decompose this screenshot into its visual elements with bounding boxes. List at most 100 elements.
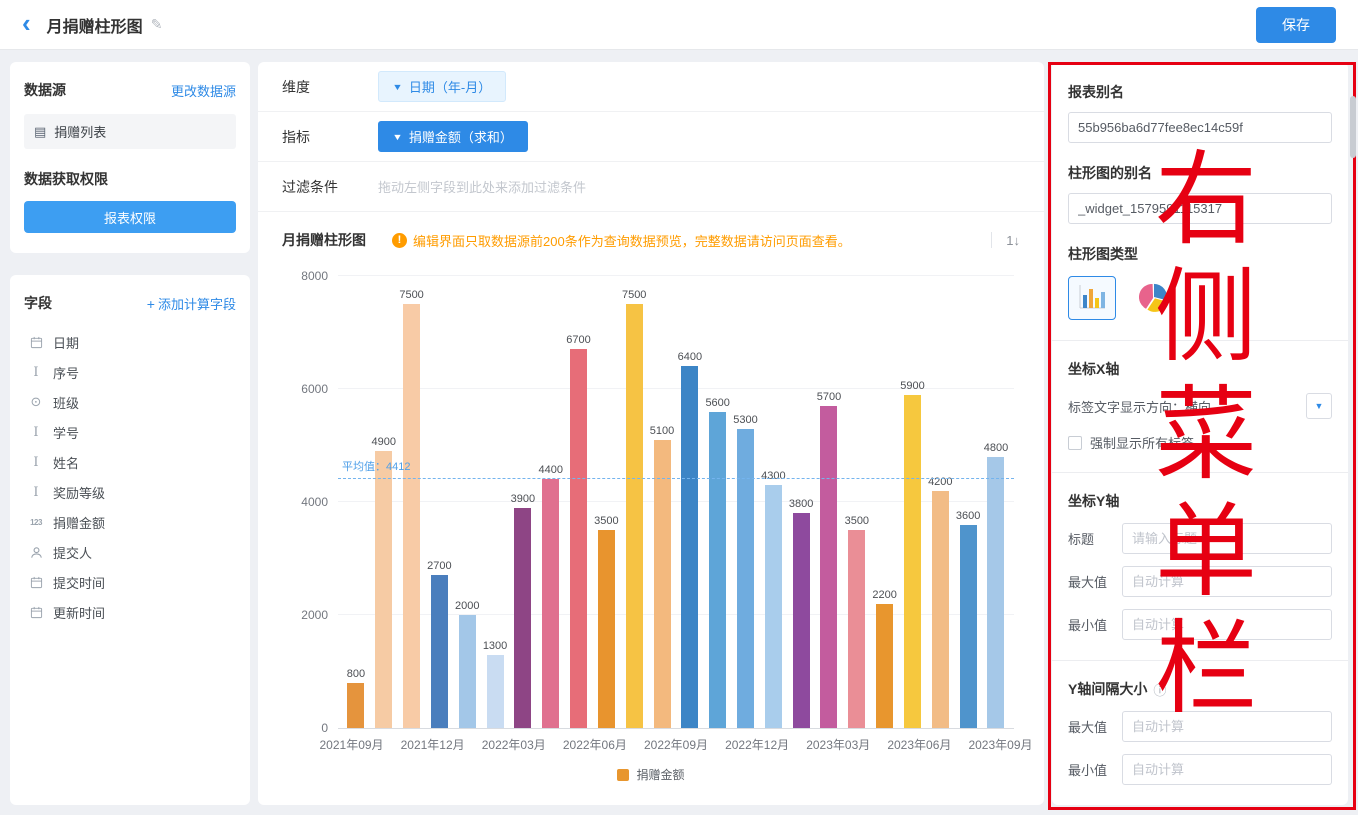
- main-layout: 数据源 更改数据源 ▤ 捐赠列表 数据获取权限 报表权限 字段 +添加计算字段 …: [0, 50, 1358, 815]
- bar[interactable]: [431, 575, 448, 728]
- chart-builder-panel: 维度 ▼ 日期（年-月） 指标 ▼ 捐赠金额（求和） 过滤条件 拖动左侧字段到此…: [258, 62, 1044, 805]
- field-item-name[interactable]: I 姓名: [24, 447, 236, 477]
- bar[interactable]: [709, 412, 726, 728]
- bar-column[interactable]: 4400: [537, 276, 565, 728]
- chart-type-pie-option[interactable]: [1130, 276, 1178, 320]
- legend[interactable]: 捐赠金额: [282, 766, 1020, 797]
- bar[interactable]: [904, 395, 921, 728]
- bar[interactable]: [876, 604, 893, 728]
- y-interval-max-input[interactable]: [1122, 711, 1332, 742]
- widget-alias-input[interactable]: [1068, 193, 1332, 224]
- field-item-class[interactable]: ⊙ 班级: [24, 387, 236, 417]
- bar-column[interactable]: 7500: [620, 276, 648, 728]
- calendar-icon: [28, 336, 44, 349]
- bar[interactable]: [820, 406, 837, 728]
- bar[interactable]: [793, 513, 810, 728]
- report-permission-button[interactable]: 报表权限: [24, 201, 236, 233]
- bar[interactable]: [459, 615, 476, 728]
- add-calculated-field-link[interactable]: +添加计算字段: [147, 294, 236, 313]
- bar-value-label: 4800: [984, 442, 1008, 454]
- bar[interactable]: [848, 530, 865, 728]
- bar[interactable]: [932, 491, 949, 728]
- bar-column[interactable]: 6700: [565, 276, 593, 728]
- bar-column[interactable]: 2000: [453, 276, 481, 728]
- field-item-update-time[interactable]: 更新时间: [24, 597, 236, 627]
- bar-column[interactable]: 3800: [787, 276, 815, 728]
- bar-column[interactable]: 7500: [398, 276, 426, 728]
- bar-column[interactable]: 4200: [926, 276, 954, 728]
- bar[interactable]: [570, 349, 587, 728]
- bar-column[interactable]: 5900: [899, 276, 927, 728]
- y-interval-min-input[interactable]: [1122, 754, 1332, 785]
- bar-column[interactable]: 2200: [871, 276, 899, 728]
- y-axis-min-input[interactable]: [1122, 609, 1332, 640]
- bar[interactable]: [598, 530, 615, 728]
- bar-value-label: 5100: [650, 425, 674, 437]
- y-axis-max-input[interactable]: [1122, 566, 1332, 597]
- bar-column[interactable]: 4900: [370, 276, 398, 728]
- bar[interactable]: [487, 655, 504, 728]
- scrollbar-thumb[interactable]: [1350, 96, 1356, 158]
- datasource-item[interactable]: ▤ 捐赠列表: [24, 114, 236, 149]
- sort-icon[interactable]: 1↓: [1006, 233, 1020, 248]
- bar[interactable]: [403, 304, 420, 728]
- bar-column[interactable]: 3500: [592, 276, 620, 728]
- bar-column[interactable]: 3600: [954, 276, 982, 728]
- bar[interactable]: [375, 451, 392, 728]
- filter-row[interactable]: 过滤条件 拖动左侧字段到此处来添加过滤条件: [258, 162, 1044, 212]
- field-item-serial[interactable]: I 序号: [24, 357, 236, 387]
- metric-pill[interactable]: ▼ 捐赠金额（求和）: [378, 121, 528, 152]
- field-item-date[interactable]: 日期: [24, 327, 236, 357]
- report-alias-input[interactable]: [1068, 112, 1332, 143]
- x-label-direction-dropdown[interactable]: ▼: [1306, 393, 1332, 419]
- bar-column[interactable]: 5600: [704, 276, 732, 728]
- bar-column[interactable]: 3900: [509, 276, 537, 728]
- bar-value-label: 7500: [399, 289, 423, 301]
- field-item-reward-level[interactable]: I 奖励等级: [24, 477, 236, 507]
- bar[interactable]: [765, 485, 782, 728]
- checkbox-icon[interactable]: [1068, 436, 1082, 450]
- chart-type-title: 柱形图类型: [1068, 244, 1332, 264]
- bar[interactable]: [681, 366, 698, 728]
- bar[interactable]: [542, 479, 559, 728]
- bar-column[interactable]: 4300: [759, 276, 787, 728]
- back-icon[interactable]: ‹: [22, 10, 31, 36]
- bar[interactable]: [654, 440, 671, 728]
- bar-column[interactable]: 1300: [481, 276, 509, 728]
- metric-row: 指标 ▼ 捐赠金额（求和）: [258, 112, 1044, 162]
- bar-column[interactable]: 3500: [843, 276, 871, 728]
- field-item-submitter[interactable]: 提交人: [24, 537, 236, 567]
- y-axis-title-input[interactable]: [1122, 523, 1332, 554]
- bar-column[interactable]: 6400: [676, 276, 704, 728]
- field-item-donation-amount[interactable]: 123 捐赠金额: [24, 507, 236, 537]
- force-show-labels-option[interactable]: 强制显示所有标签: [1068, 433, 1332, 452]
- force-show-labels-text: 强制显示所有标签: [1090, 433, 1194, 452]
- bar[interactable]: [347, 683, 364, 728]
- bar-column[interactable]: 5300: [732, 276, 760, 728]
- bar-column[interactable]: 5100: [648, 276, 676, 728]
- field-item-submit-time[interactable]: 提交时间: [24, 567, 236, 597]
- chart-type-bar-option[interactable]: [1068, 276, 1116, 320]
- y-axis-min-label: 最小值: [1068, 615, 1122, 634]
- chart-area: 月捐赠柱形图 ! 编辑界面只取数据源前200条作为查询数据预览，完整数据请访问页…: [258, 212, 1044, 805]
- field-item-student-id[interactable]: I 学号: [24, 417, 236, 447]
- dimension-pill[interactable]: ▼ 日期（年-月）: [378, 71, 506, 102]
- change-datasource-link[interactable]: 更改数据源: [171, 81, 236, 100]
- text-field-icon: I: [28, 485, 44, 500]
- bar[interactable]: [987, 457, 1004, 728]
- edit-title-icon[interactable]: ✎: [151, 16, 163, 33]
- save-button[interactable]: 保存: [1256, 7, 1336, 43]
- bar-column[interactable]: 4800: [982, 276, 1010, 728]
- bar[interactable]: [737, 429, 754, 728]
- bar-column[interactable]: 2700: [425, 276, 453, 728]
- bar[interactable]: [626, 304, 643, 728]
- chart-header-row: 月捐赠柱形图 ! 编辑界面只取数据源前200条作为查询数据预览，完整数据请访问页…: [282, 230, 1020, 250]
- bar[interactable]: [514, 508, 531, 728]
- warning-icon: !: [392, 233, 407, 248]
- bar-column[interactable]: 5700: [815, 276, 843, 728]
- top-bar: ‹ 月捐赠柱形图 ✎ 保存: [0, 0, 1358, 50]
- bar[interactable]: [960, 525, 977, 728]
- caret-down-icon: ▼: [1315, 401, 1324, 411]
- bar-column[interactable]: 800: [342, 276, 370, 728]
- info-icon[interactable]: ⓘ: [1153, 680, 1166, 699]
